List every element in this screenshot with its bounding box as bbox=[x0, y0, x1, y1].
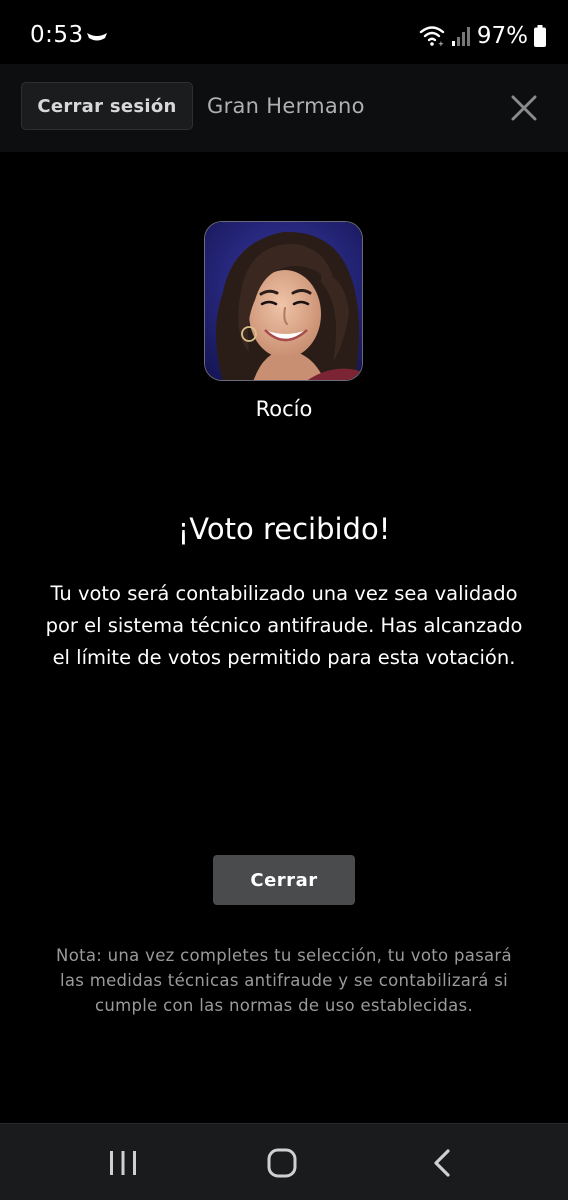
close-icon[interactable] bbox=[508, 92, 540, 124]
vote-confirmation-screen: 0:53 + 97% Cerrar sesión Gran Hermano Ro… bbox=[0, 0, 568, 1200]
status-indicators: + 97% bbox=[419, 22, 546, 50]
header: Cerrar sesión Gran Hermano bbox=[0, 64, 568, 152]
close-button[interactable]: Cerrar bbox=[213, 855, 355, 905]
signal-icon bbox=[451, 27, 470, 46]
battery-percentage: 97% bbox=[476, 23, 528, 49]
page-title: Gran Hermano bbox=[207, 94, 365, 118]
contestant-photo bbox=[205, 222, 362, 380]
svg-text:+: + bbox=[438, 40, 444, 47]
home-icon[interactable] bbox=[266, 1147, 298, 1179]
confirmation-title: ¡Voto recibido! bbox=[177, 512, 391, 546]
logout-button[interactable]: Cerrar sesión bbox=[21, 82, 193, 130]
disclaimer-note: Nota: una vez completes tu selección, tu… bbox=[56, 946, 512, 1015]
app-notification-icon bbox=[87, 33, 107, 41]
status-time: 0:53 bbox=[30, 22, 84, 48]
wifi-icon: + bbox=[419, 26, 445, 47]
confirmation-message: Tu voto será contabilizado una vez sea v… bbox=[45, 582, 523, 669]
contestant-name: Rocío bbox=[255, 397, 313, 421]
recents-icon[interactable] bbox=[108, 1149, 138, 1177]
status-bar: 0:53 + 97% bbox=[0, 0, 568, 64]
system-navigation-bar bbox=[0, 1123, 568, 1200]
contestant-avatar bbox=[204, 221, 363, 381]
back-icon[interactable] bbox=[428, 1147, 456, 1179]
battery-icon bbox=[534, 25, 546, 47]
